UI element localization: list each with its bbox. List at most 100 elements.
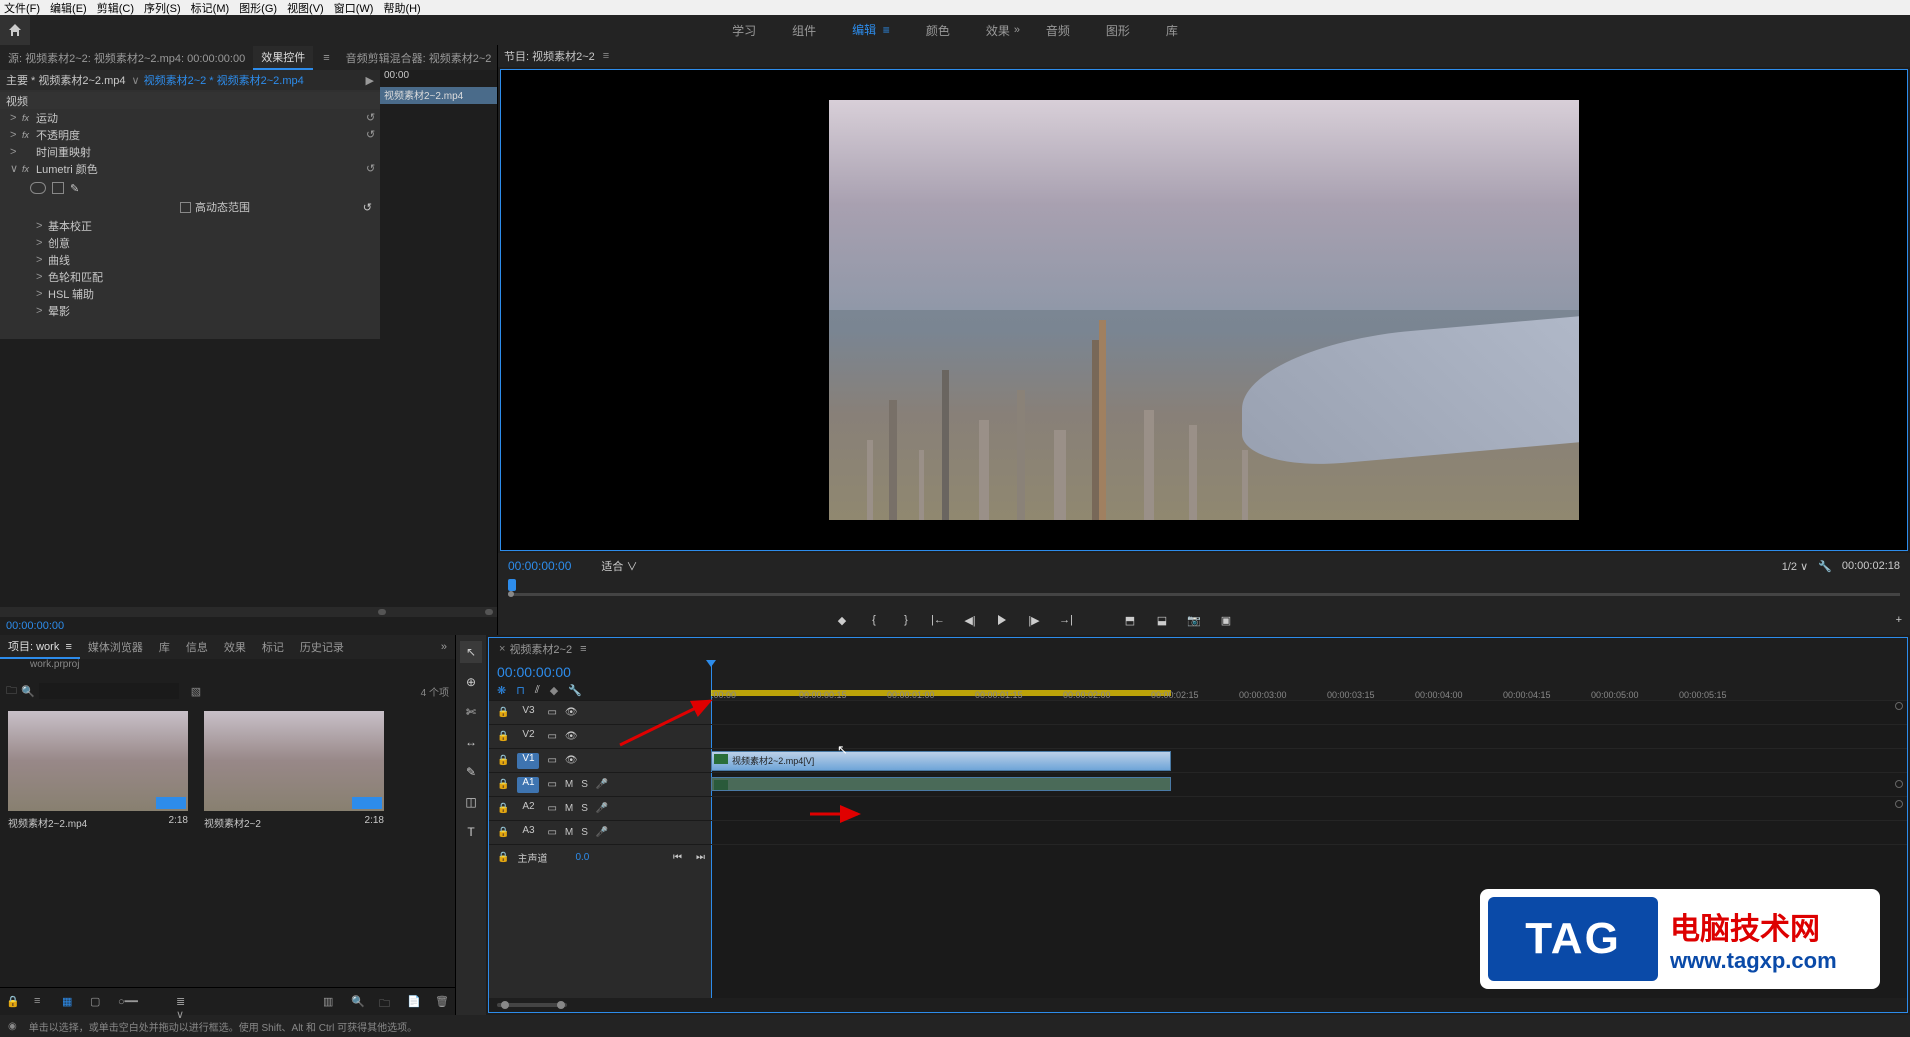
toggle-output-icon[interactable]: 👁 — [565, 755, 578, 766]
program-timecode[interactable]: 00:00:00:00 — [508, 559, 571, 573]
v-scroll-indicator[interactable] — [1895, 780, 1903, 788]
sync-lock-icon[interactable]: ▭ — [547, 731, 556, 742]
program-mini-timeline[interactable] — [498, 579, 1910, 605]
program-tab-menu-icon[interactable]: ≡ — [603, 50, 609, 62]
track-select[interactable]: ⊕ — [460, 671, 482, 693]
ellipse-mask-icon[interactable] — [30, 182, 46, 194]
master-track-head[interactable]: 🔒主声道0.0⏮⏭ — [489, 844, 711, 870]
write-lock-icon[interactable]: 🔒 — [6, 995, 20, 1009]
tab-menu-icon[interactable]: ≡ — [315, 49, 337, 67]
lift-icon[interactable]: ⬒ — [1122, 612, 1138, 628]
new-bin-icon[interactable]: 🗀 — [379, 995, 393, 1009]
settings-icon[interactable]: 🔧 — [1818, 560, 1832, 573]
resolution-select[interactable]: 1/2 ∨ — [1782, 560, 1808, 573]
toggle-output-icon[interactable]: 👁 — [565, 731, 578, 742]
menu-窗口(W)[interactable]: 窗口(W) — [334, 0, 374, 16]
bin-icon[interactable]: 🗀 — [6, 682, 17, 701]
mark-out-icon[interactable]: } — [898, 612, 914, 628]
toggle-output-icon[interactable]: 👁 — [565, 707, 578, 718]
effect-时间重映射[interactable]: >时间重映射 — [0, 143, 380, 160]
lock-icon[interactable]: 🔒 — [497, 779, 509, 790]
timeline-tab[interactable]: 视频素材2~2 — [509, 641, 572, 657]
rect-mask-icon[interactable] — [52, 182, 64, 194]
clip-v1[interactable]: 视频素材2~2.mp4[V] — [711, 751, 1171, 771]
sync-lock-icon[interactable]: ▭ — [547, 779, 556, 790]
pen-tool[interactable]: ✎ — [460, 761, 482, 783]
project-tab-4[interactable]: 效果 — [216, 636, 254, 658]
reset-icon[interactable]: ↺ — [363, 201, 372, 214]
voice-icon[interactable]: 🎤 — [596, 779, 608, 790]
lock-icon[interactable]: 🔒 — [497, 827, 509, 838]
lock-icon[interactable]: 🔒 — [497, 803, 509, 814]
automate-seq-icon[interactable]: ▥ — [323, 995, 337, 1009]
clip-item[interactable]: 视频素材2~22:18 — [204, 711, 384, 830]
delete-icon[interactable]: 🗑 — [435, 995, 449, 1009]
tab-effect-controls[interactable]: 效果控件 — [253, 46, 313, 70]
lock-icon[interactable]: 🔒 — [497, 731, 509, 742]
project-tab-0[interactable]: 项目: work ≡ — [0, 635, 80, 659]
clip-a1[interactable] — [711, 777, 1171, 791]
lumetri-HSL 辅助[interactable]: >HSL 辅助 — [0, 285, 380, 302]
freeform-view-icon[interactable]: ▢ — [90, 995, 104, 1009]
rect-tool[interactable]: ◫ — [460, 791, 482, 813]
timeline-timecode[interactable]: 00:00:00:00 — [497, 664, 703, 680]
icon-view-icon[interactable]: ▦ — [62, 995, 76, 1009]
lumetri-曲线[interactable]: >曲线 — [0, 251, 380, 268]
effect-scrollbar[interactable] — [0, 607, 497, 617]
lock-icon[interactable]: 🔒 — [497, 852, 509, 863]
button-editor-icon[interactable]: + — [1896, 614, 1902, 626]
lumetri-晕影[interactable]: >晕影 — [0, 302, 380, 319]
sync-lock-icon[interactable]: ▭ — [547, 755, 556, 766]
lumetri-色轮和匹配[interactable]: >色轮和匹配 — [0, 268, 380, 285]
sync-lock-icon[interactable]: ▭ — [547, 803, 556, 814]
tab-audio-mixer[interactable]: 音频剪辑混合器: 视频素材2~2 — [338, 47, 500, 69]
play-icon[interactable] — [994, 612, 1010, 628]
program-tab[interactable]: 节目: 视频素材2~2 — [504, 48, 595, 64]
project-tab-6[interactable]: 历史记录 — [292, 636, 352, 658]
slip-tool[interactable]: ↔ — [460, 731, 482, 753]
menu-图形(G)[interactable]: 图形(G) — [239, 0, 277, 16]
project-tabs-overflow[interactable]: » — [433, 638, 455, 656]
add-marker-icon[interactable]: ◆ — [834, 612, 850, 628]
type-tool[interactable]: T — [460, 821, 482, 843]
goto-in-icon[interactable]: |← — [930, 612, 946, 628]
v-scroll-indicator[interactable] — [1895, 702, 1903, 710]
lock-icon[interactable]: 🔒 — [497, 755, 509, 766]
source-timecode[interactable]: 00:00:00:00 — [0, 617, 497, 635]
timeline-tab-menu-icon[interactable]: ≡ — [580, 643, 586, 655]
track-head-V3[interactable]: 🔒V3▭👁 — [489, 700, 711, 724]
timeline-ruler[interactable]: :00:0000:00:00:1500:00:01:0000:00:01:150… — [711, 660, 1907, 700]
new-item-icon[interactable]: 📄 — [407, 995, 421, 1009]
project-tab-1[interactable]: 媒体浏览器 — [80, 636, 151, 658]
hdr-checkbox[interactable] — [180, 202, 191, 213]
step-back-icon[interactable]: ◀| — [962, 612, 978, 628]
lock-icon[interactable]: 🔒 — [497, 707, 509, 718]
pen-mask-icon[interactable]: ✎ — [70, 182, 79, 195]
track-head-A1[interactable]: 🔒A1▭MS🎤 — [489, 772, 711, 796]
menu-视图(V)[interactable]: 视图(V) — [287, 0, 324, 16]
ripple-edit[interactable]: ✄ — [460, 701, 482, 723]
tl-option-0[interactable]: ❋ — [497, 684, 506, 697]
tl-option-4[interactable]: 🔧 — [568, 684, 582, 697]
effect-Lumetri 颜色[interactable]: ∨fxLumetri 颜色↺ — [0, 160, 380, 177]
tl-option-3[interactable]: ◆ — [550, 684, 558, 697]
voice-icon[interactable]: 🎤 — [596, 803, 608, 814]
lumetri-创意[interactable]: >创意 — [0, 234, 380, 251]
menu-帮助(H)[interactable]: 帮助(H) — [383, 0, 420, 16]
export-frame-icon[interactable]: ▣ — [1218, 612, 1234, 628]
track-head-V1[interactable]: 🔒V1▭👁 — [489, 748, 711, 772]
step-forward-icon[interactable]: |▶ — [1026, 612, 1042, 628]
effect-不透明度[interactable]: >fx不透明度↺ — [0, 126, 380, 143]
play-icon[interactable]: ▶ — [366, 74, 374, 87]
menu-编辑(E)[interactable]: 编辑(E) — [50, 0, 87, 16]
project-tab-2[interactable]: 库 — [151, 636, 178, 658]
menu-序列(S)[interactable]: 序列(S) — [144, 0, 181, 16]
program-monitor[interactable] — [500, 69, 1908, 551]
menu-文件(F)[interactable]: 文件(F) — [4, 0, 40, 16]
sort-icon[interactable]: ≣ ∨ — [176, 995, 190, 1009]
voice-icon[interactable]: 🎤 — [596, 827, 608, 838]
snapshot-icon[interactable]: 📷 — [1186, 612, 1202, 628]
project-grid[interactable]: 视频素材2~2.mp42:18视频素材2~22:18 — [0, 703, 455, 987]
goto-out-icon[interactable]: →| — [1058, 612, 1074, 628]
zoom-fit-select[interactable]: 适合 ∨ — [601, 558, 637, 574]
